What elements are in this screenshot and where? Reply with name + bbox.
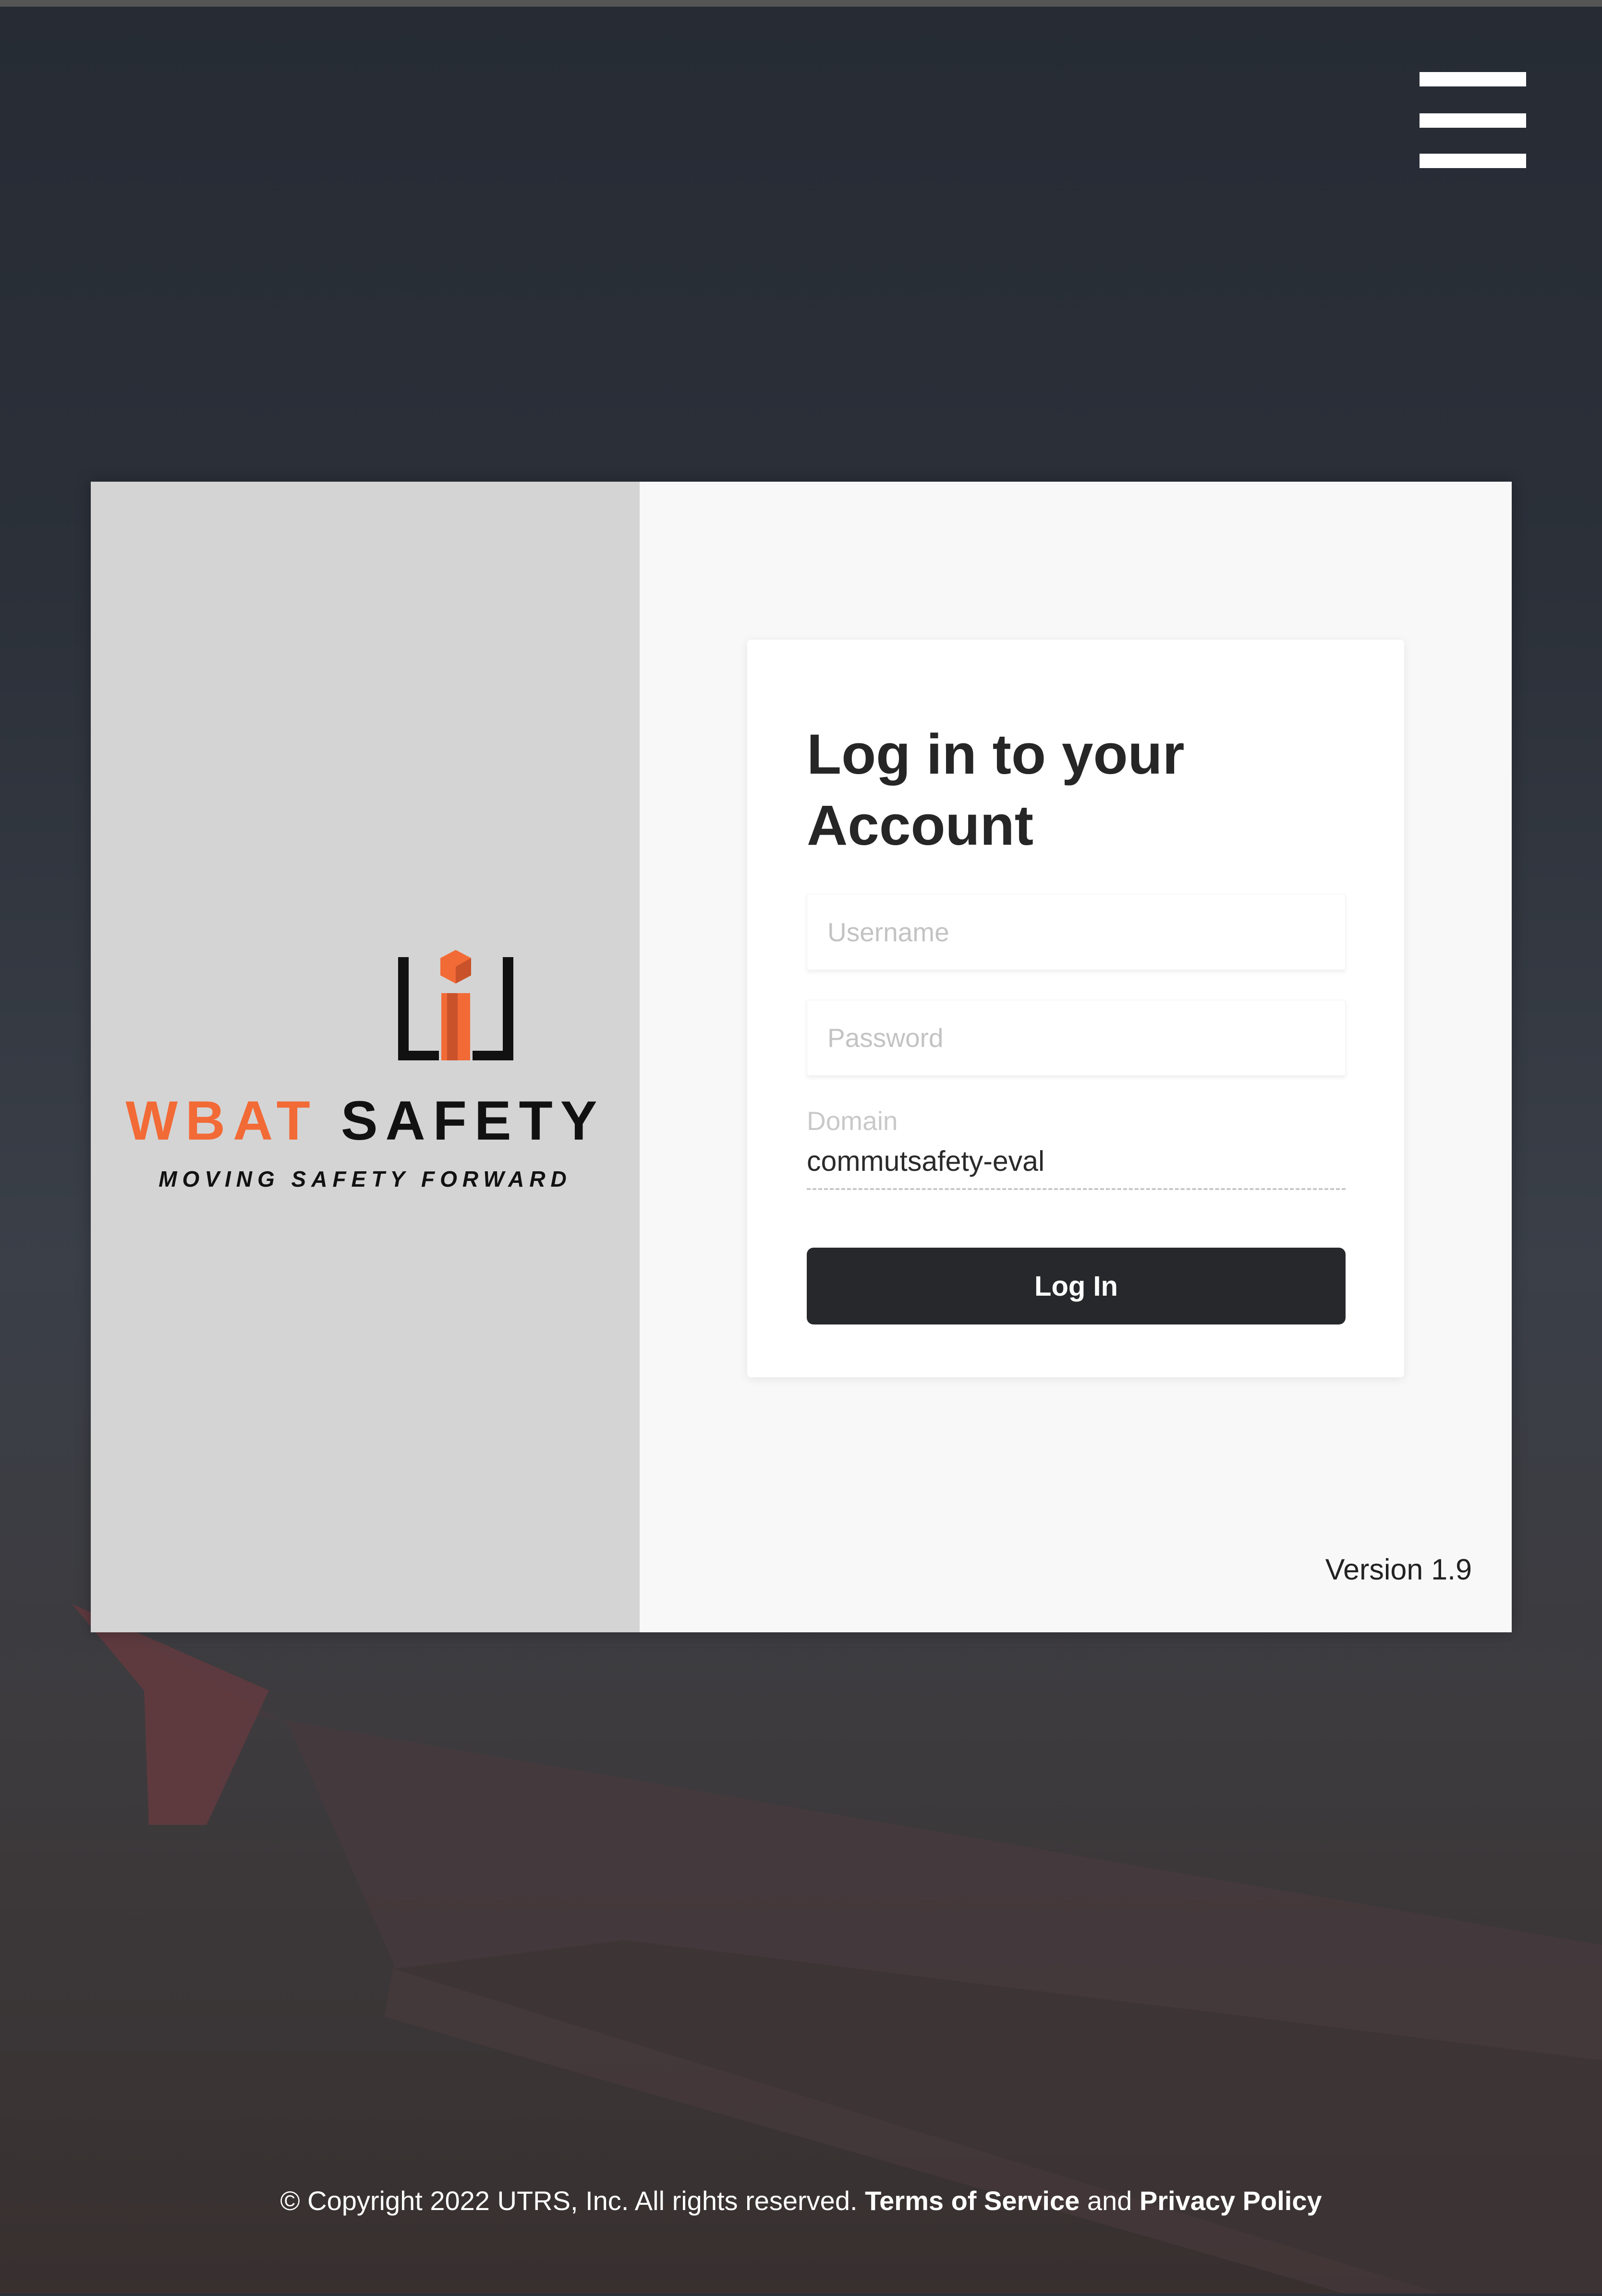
domain-label: Domain — [807, 1106, 898, 1136]
copyright-text: © Copyright 2022 UTRS, Inc. All rights r… — [280, 2186, 858, 2216]
footer-and-text: and — [1087, 2186, 1132, 2216]
wbat-logo-icon — [398, 950, 513, 1060]
hamburger-menu-icon[interactable] — [1417, 72, 1527, 170]
brand-panel: WBAT SAFETY MOVING SAFETY FORWARD — [91, 482, 640, 1632]
username-input[interactable] — [807, 894, 1346, 970]
login-form: Log in to your Account Domain commutsafe… — [747, 640, 1404, 1377]
brand-tagline: MOVING SAFETY FORWARD — [158, 1166, 572, 1191]
password-input[interactable] — [807, 1000, 1346, 1076]
terms-of-service-link[interactable]: Terms of Service — [865, 2186, 1080, 2216]
domain-field[interactable]: commutsafety-eval — [807, 1145, 1346, 1190]
login-button[interactable]: Log In — [807, 1248, 1346, 1324]
brand-name: WBAT SAFETY — [125, 1090, 605, 1152]
version-label: Version 1.9 — [1325, 1553, 1472, 1586]
top-border — [0, 0, 1602, 7]
privacy-policy-link[interactable]: Privacy Policy — [1140, 2186, 1322, 2216]
login-title: Log in to your Account — [807, 723, 1185, 857]
login-panel: Log in to your Account Domain commutsafe… — [640, 482, 1512, 1632]
footer: © Copyright 2022 UTRS, Inc. All rights r… — [0, 2185, 1602, 2216]
login-card: WBAT SAFETY MOVING SAFETY FORWARD Log in… — [91, 482, 1512, 1632]
